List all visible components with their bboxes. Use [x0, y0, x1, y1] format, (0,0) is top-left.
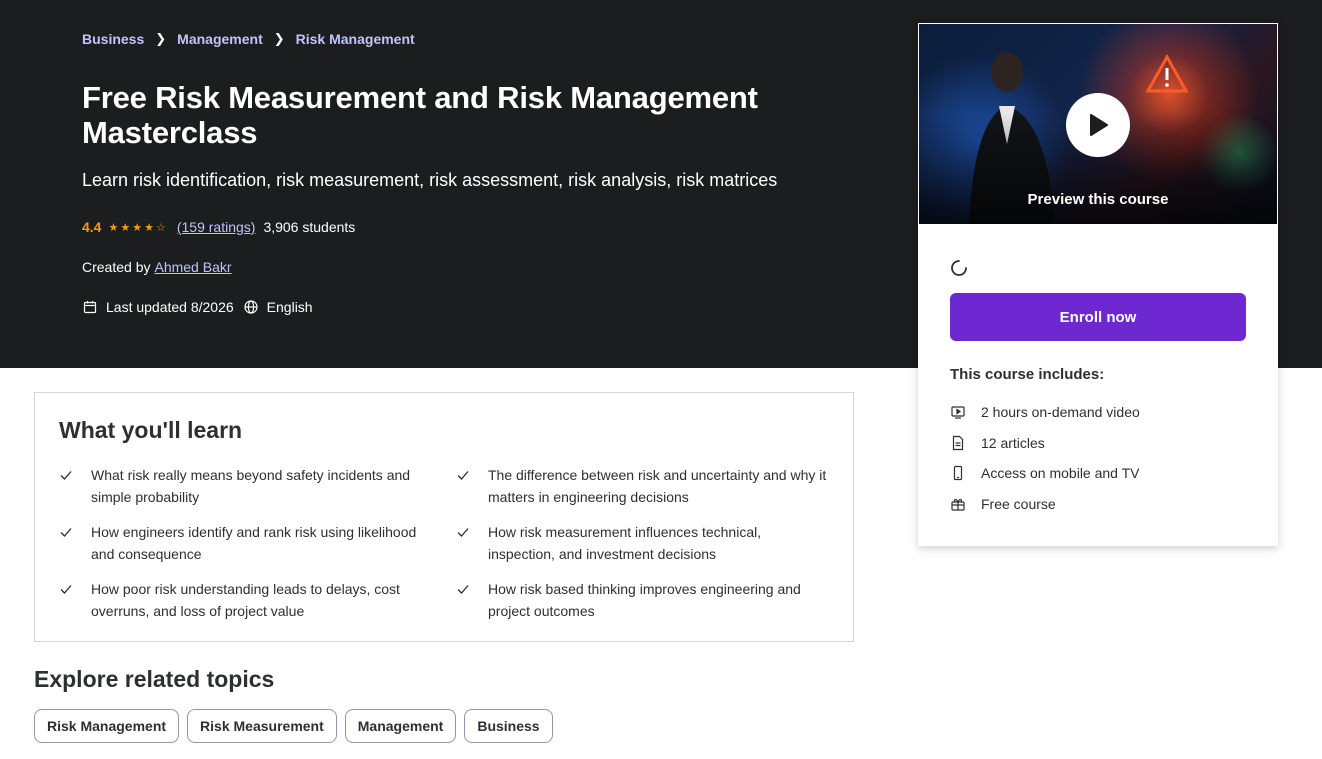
course-meta: Last updated 8/2026 English: [82, 299, 313, 315]
include-item-articles: 12 articles: [950, 428, 1140, 459]
course-title: Free Risk Measurement and Risk Managemen…: [82, 80, 758, 150]
ratings-count-link[interactable]: (159 ratings): [177, 219, 256, 235]
created-by: Created by Ahmed Bakr: [82, 259, 232, 275]
course-preview[interactable]: Preview this course: [918, 23, 1278, 225]
chevron-right-icon: ❯: [155, 31, 167, 46]
enroll-now-button[interactable]: Enroll now: [950, 293, 1246, 341]
rating-value: 4.4: [82, 219, 102, 235]
learn-title: What you'll learn: [59, 417, 243, 443]
instructor-link[interactable]: Ahmed Bakr: [154, 259, 231, 275]
course-language: English: [266, 299, 313, 315]
explore-title: Explore related topics: [34, 666, 275, 692]
star-empty-icon: ☆: [155, 221, 166, 234]
related-topics: Risk Management Risk Measurement Managem…: [34, 709, 561, 743]
breadcrumb-management[interactable]: Management: [177, 31, 263, 47]
learn-grid: What risk really means beyond safety inc…: [59, 464, 839, 622]
chevron-right-icon: ❯: [273, 31, 285, 46]
play-button[interactable]: [1066, 93, 1130, 157]
check-icon: [60, 585, 72, 594]
include-label: 12 articles: [981, 434, 1045, 451]
include-label: Free course: [981, 495, 1056, 512]
learn-item-text: How risk measurement influences technica…: [488, 524, 762, 562]
star-full-icon: ★: [120, 221, 131, 234]
star-rating: ★ ★ ★ ★ ☆: [108, 221, 167, 234]
learn-item: The difference between risk and uncertai…: [456, 464, 839, 508]
star-full-icon: ★: [144, 221, 154, 234]
learn-item-text: The difference between risk and uncertai…: [488, 467, 827, 505]
learn-item-text: How poor risk understanding leads to del…: [91, 581, 400, 619]
breadcrumb: Business ❯ Management ❯ Risk Management: [82, 31, 415, 47]
learn-item: What risk really means beyond safety inc…: [59, 464, 456, 508]
globe-icon: [244, 300, 258, 314]
created-by-label: Created by: [82, 259, 151, 275]
calendar-icon: [83, 301, 97, 314]
breadcrumb-business[interactable]: Business: [82, 31, 144, 47]
preview-label: Preview this course: [1027, 191, 1169, 208]
learn-item: How risk based thinking improves enginee…: [456, 578, 839, 622]
star-full-icon: ★: [132, 221, 143, 234]
check-icon: [60, 471, 72, 480]
loading-spinner-icon: [951, 260, 967, 276]
includes-list: 2 hours on-demand video 12 articles Acce…: [950, 397, 1140, 519]
include-item-mobile: Access on mobile and TV: [950, 458, 1140, 489]
what-youll-learn: What you'll learn What risk really means…: [34, 392, 854, 642]
rating-row: 4.4 ★ ★ ★ ★ ☆ (159 ratings) 3,906 students: [82, 219, 355, 235]
include-label: Access on mobile and TV: [981, 465, 1140, 482]
mobile-icon: [953, 466, 963, 481]
include-item-video: 2 hours on-demand video: [950, 397, 1140, 428]
article-icon: [952, 435, 964, 450]
check-icon: [457, 528, 469, 537]
include-item-free: Free course: [950, 489, 1140, 520]
students-count: 3,906 students: [263, 219, 356, 235]
purchase-card: Preview this course Enroll now This cour…: [918, 23, 1278, 546]
learn-item: How poor risk understanding leads to del…: [59, 578, 456, 622]
course-subtitle: Learn risk identification, risk measurem…: [82, 170, 778, 190]
star-full-icon: ★: [108, 221, 119, 234]
check-icon: [457, 471, 469, 480]
include-label: 2 hours on-demand video: [981, 404, 1140, 421]
includes-title: This course includes:: [950, 366, 1105, 383]
learn-item-text: How risk based thinking improves enginee…: [488, 581, 801, 619]
topic-risk-measurement[interactable]: Risk Measurement: [187, 709, 337, 743]
check-icon: [457, 585, 469, 594]
breadcrumb-risk-management[interactable]: Risk Management: [296, 31, 415, 47]
learn-item-text: What risk really means beyond safety inc…: [91, 467, 411, 505]
topic-business[interactable]: Business: [464, 709, 553, 743]
learn-item: How engineers identify and rank risk usi…: [59, 521, 456, 565]
video-icon: [951, 406, 965, 419]
gift-icon: [951, 498, 965, 511]
last-updated: Last updated 8/2026: [106, 299, 234, 315]
play-icon: [1090, 114, 1108, 136]
topic-risk-management[interactable]: Risk Management: [34, 709, 180, 743]
learn-item: How risk measurement influences technica…: [456, 521, 839, 565]
topic-management[interactable]: Management: [344, 709, 457, 743]
check-icon: [60, 528, 72, 537]
learn-item-text: How engineers identify and rank risk usi…: [91, 524, 417, 562]
